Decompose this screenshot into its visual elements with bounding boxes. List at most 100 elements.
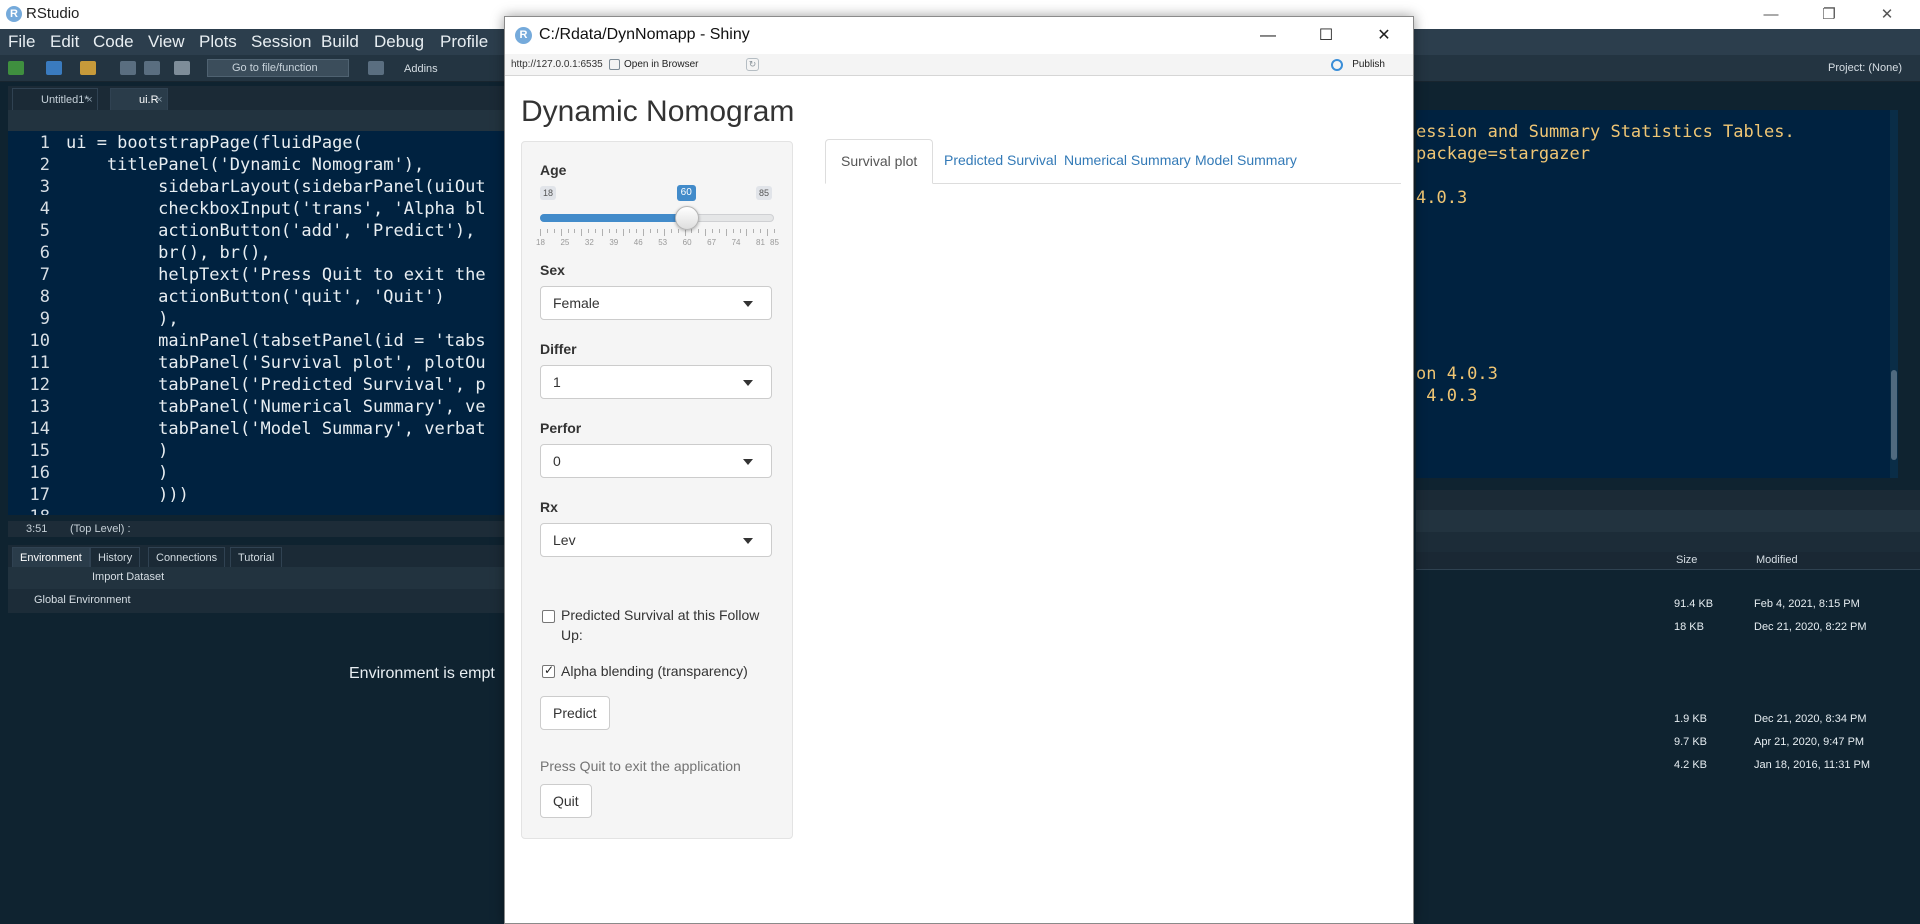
code-line[interactable]: ui = bootstrapPage(fluidPage( <box>66 133 363 153</box>
scrollbar-thumb[interactable] <box>1891 370 1897 460</box>
col-size[interactable]: Size <box>1676 554 1697 566</box>
code-line[interactable]: ) <box>66 441 168 461</box>
code-line[interactable]: tabPanel('Model Summary', verbat <box>66 419 486 439</box>
shiny-window: R C:/Rdata/DynNomapp - Shiny — ☐ ✕ http:… <box>504 16 1414 924</box>
addins-menu[interactable]: Addins <box>404 63 438 75</box>
code-line[interactable]: tabPanel('Predicted Survival', p <box>66 375 486 395</box>
close-tab-icon[interactable]: × <box>156 89 162 111</box>
maximize-icon[interactable]: ☐ <box>1297 17 1355 54</box>
scope-indicator[interactable]: (Top Level) : <box>70 521 131 537</box>
publish-button[interactable]: Publish <box>1352 59 1385 70</box>
code-line[interactable]: helpText('Press Quit to exit the <box>66 265 486 285</box>
app-title: Dynamic Nomogram <box>521 95 795 128</box>
code-line[interactable]: actionButton('add', 'Predict'), <box>66 221 475 241</box>
open-in-browser-icon[interactable] <box>609 59 620 70</box>
age-slider-fill <box>540 214 687 222</box>
tab-history[interactable]: History <box>90 547 141 567</box>
differ-select[interactable]: 1 <box>540 365 772 399</box>
rx-select[interactable]: Lev <box>540 523 772 557</box>
slider-tick <box>753 229 755 233</box>
goto-file-input[interactable]: Go to file/function <box>207 59 349 77</box>
age-slider-handle[interactable] <box>674 206 699 230</box>
predicted-survival-checkbox[interactable] <box>542 610 555 623</box>
age-value-badge: 60 <box>676 185 696 201</box>
code-line[interactable]: checkboxInput('trans', 'Alpha bl <box>66 199 486 219</box>
code-line[interactable]: ) <box>66 463 168 483</box>
code-line[interactable]: actionButton('quit', 'Quit') <box>66 287 445 307</box>
minimize-icon[interactable]: — <box>1239 17 1297 54</box>
line-number: 9 <box>39 309 50 329</box>
code-editor[interactable]: 123456789101112131415161718 ui = bootstr… <box>8 131 508 515</box>
predict-button[interactable]: Predict <box>540 696 610 730</box>
alpha-blending-label[interactable]: Alpha blending (transparency) <box>561 661 748 681</box>
grid-icon[interactable] <box>368 61 384 75</box>
save-icon[interactable] <box>120 61 136 75</box>
predicted-survival-label[interactable]: Predicted Survival at this Follow Up: <box>561 605 781 645</box>
perfor-select[interactable]: 0 <box>540 444 772 478</box>
project-menu[interactable]: Project: (None) <box>1828 62 1902 74</box>
menu-file[interactable]: File <box>8 32 35 52</box>
open-file-icon[interactable] <box>80 61 96 75</box>
close-tab-icon[interactable]: × <box>86 89 92 111</box>
code-line[interactable]: mainPanel(tabsetPanel(id = 'tabs <box>66 331 486 351</box>
slider-tick-label: 74 <box>731 238 741 247</box>
file-size: 9.7 KB <box>1674 736 1708 748</box>
tab-ui-r[interactable]: ui.R × <box>110 88 168 110</box>
menu-view[interactable]: View <box>148 32 185 52</box>
differ-selected-value: 1 <box>553 374 561 390</box>
editor-toolbar <box>8 110 508 131</box>
tab-environment[interactable]: Environment <box>12 547 90 567</box>
global-environment-select[interactable]: Global Environment <box>34 594 131 606</box>
code-line[interactable]: tabPanel('Survival plot', plotOu <box>66 353 486 373</box>
menu-profile[interactable]: Profile <box>440 32 488 52</box>
slider-tick <box>588 229 590 233</box>
tab-survival-plot[interactable]: Survival plot <box>825 139 934 184</box>
menu-build[interactable]: Build <box>321 32 359 52</box>
menu-session[interactable]: Session <box>251 32 311 52</box>
refresh-icon[interactable]: ↻ <box>746 58 759 71</box>
menu-plots[interactable]: Plots <box>199 32 237 52</box>
slider-tick <box>746 229 748 236</box>
print-icon[interactable] <box>174 61 190 75</box>
tab-label: Untitled1* <box>41 94 89 106</box>
publish-icon[interactable] <box>1331 59 1343 71</box>
new-project-icon[interactable] <box>46 61 62 75</box>
minimize-icon[interactable]: — <box>1742 0 1800 29</box>
new-file-icon[interactable] <box>8 61 24 75</box>
console-output[interactable]: ession and Summary Statistics Tables. pac… <box>1416 110 1898 478</box>
menu-debug[interactable]: Debug <box>374 32 424 52</box>
tab-connections[interactable]: Connections <box>148 547 226 567</box>
sex-select[interactable]: Female <box>540 286 772 320</box>
alpha-blending-checkbox[interactable] <box>542 663 555 678</box>
file-size: 1.9 KB <box>1674 713 1708 725</box>
slider-tick <box>622 229 624 236</box>
tab-untitled1[interactable]: Untitled1* × <box>12 88 98 110</box>
quit-button[interactable]: Quit <box>540 784 592 818</box>
console-scrollbar[interactable] <box>1890 110 1898 478</box>
slider-tick <box>553 229 555 233</box>
main-tabset: Survival plot Predicted Survival Numeric… <box>825 139 1401 184</box>
menu-edit[interactable]: Edit <box>50 32 79 52</box>
code-line[interactable]: ), <box>66 309 178 329</box>
import-dataset-button[interactable]: Import Dataset <box>92 571 164 583</box>
close-icon[interactable]: ✕ <box>1858 0 1916 29</box>
code-line[interactable]: br(), br(), <box>66 243 271 263</box>
tab-tutorial[interactable]: Tutorial <box>230 547 283 567</box>
code-line[interactable]: sidebarLayout(sidebarPanel(uiOut <box>66 177 486 197</box>
line-number: 6 <box>39 243 50 263</box>
close-icon[interactable]: ✕ <box>1355 17 1413 54</box>
menu-code[interactable]: Code <box>93 32 134 52</box>
slider-tick <box>650 229 652 233</box>
col-modified[interactable]: Modified <box>1756 554 1798 566</box>
slider-tick <box>712 229 714 233</box>
save-all-icon[interactable] <box>144 61 160 75</box>
code-line[interactable]: ))) <box>66 485 189 505</box>
tab-model-summary[interactable]: Model Summary <box>1180 139 1312 184</box>
console-line: 4.0.3 <box>1416 188 1468 208</box>
code-line[interactable]: titlePanel('Dynamic Nomogram'), <box>66 155 424 175</box>
shiny-titlebar: R C:/Rdata/DynNomapp - Shiny — ☐ ✕ <box>505 17 1413 54</box>
restore-icon[interactable]: ❐ <box>1800 0 1858 29</box>
slider-tick <box>732 229 734 233</box>
code-line[interactable]: tabPanel('Numerical Summary', ve <box>66 397 486 417</box>
open-in-browser-button[interactable]: Open in Browser <box>624 59 698 70</box>
